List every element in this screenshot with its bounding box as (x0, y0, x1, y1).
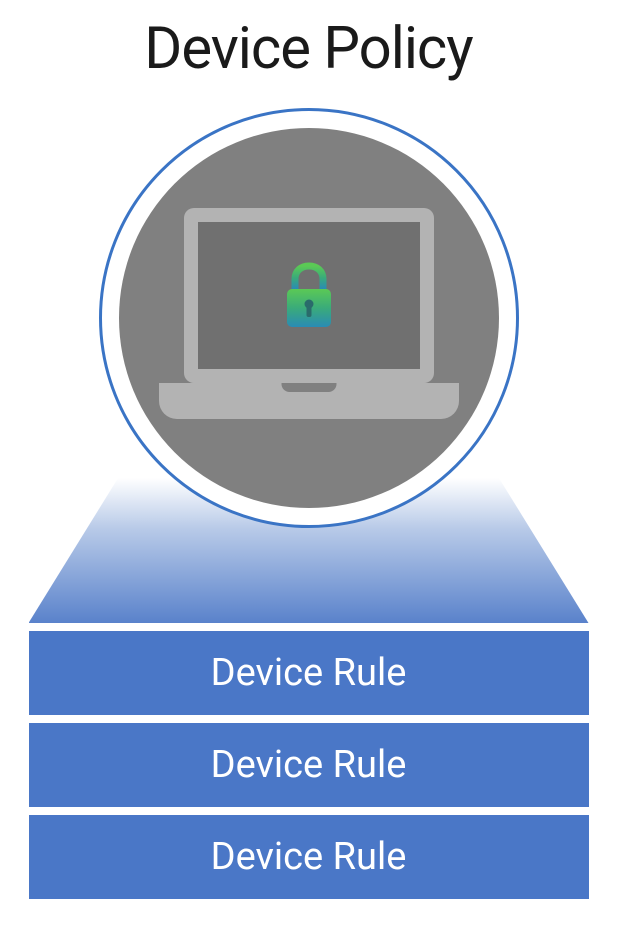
device-rule-label: Device Rule (211, 835, 407, 879)
laptop-notch (281, 383, 336, 392)
device-rule-row: Device Rule (29, 815, 589, 899)
device-rule-label: Device Rule (211, 651, 407, 695)
lock-icon (281, 261, 337, 331)
diagram-title: Device Policy (0, 0, 617, 83)
device-rule-row: Device Rule (29, 723, 589, 807)
rules-container: Device Rule Device Rule Device Rule (29, 631, 589, 899)
laptop-icon (169, 208, 449, 428)
device-rule-row: Device Rule (29, 631, 589, 715)
laptop-screen (184, 208, 434, 383)
device-rule-label: Device Rule (211, 743, 407, 787)
outer-ring (99, 108, 519, 528)
laptop-base (159, 383, 459, 419)
inner-circle (119, 128, 499, 508)
policy-circle (99, 108, 519, 528)
